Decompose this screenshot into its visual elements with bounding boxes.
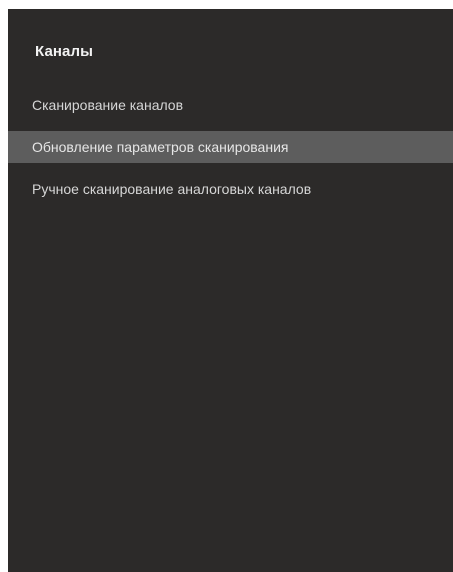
- panel-title: Каналы: [35, 43, 94, 60]
- menu-item-update-scan-parameters[interactable]: Обновление параметров сканирования: [8, 131, 453, 163]
- menu-item-manual-analog-scan[interactable]: Ручное сканирование аналоговых каналов: [8, 173, 453, 205]
- channels-settings-panel: Каналы Сканирование каналов Обновление п…: [8, 9, 453, 572]
- menu-item-channel-scan[interactable]: Сканирование каналов: [8, 89, 453, 121]
- channels-menu: Сканирование каналов Обновление параметр…: [8, 89, 453, 215]
